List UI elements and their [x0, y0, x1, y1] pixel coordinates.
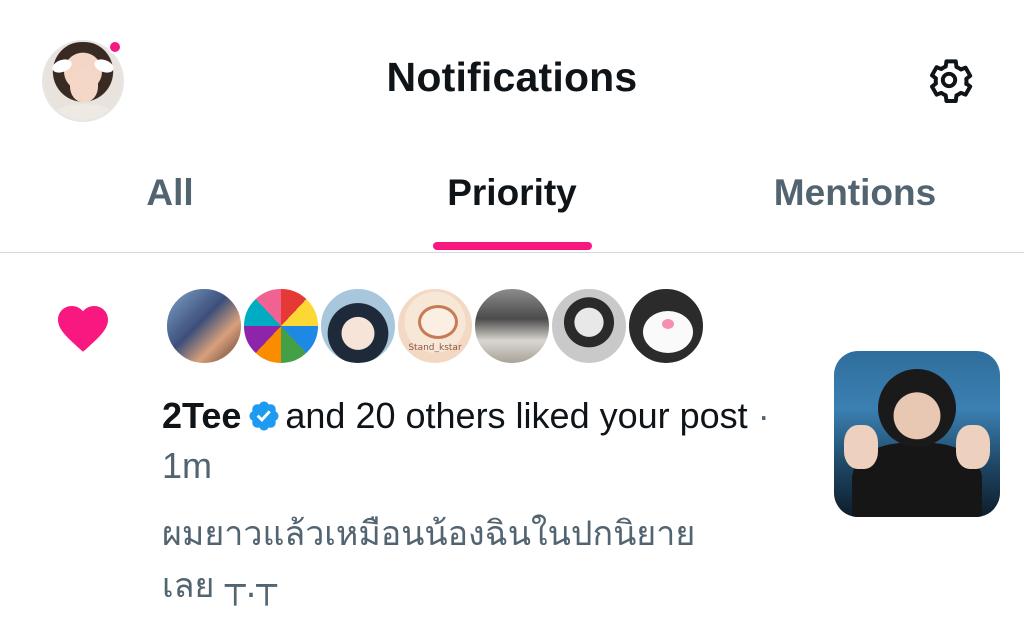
notification-item[interactable]: Stand_kstar 2Tee and 20 others liked you… — [0, 254, 1024, 621]
thumbnail-head — [878, 369, 956, 447]
post-preview-line: เลย ┬.┬ — [162, 566, 277, 606]
time-separator: · — [757, 395, 770, 436]
verified-badge-icon — [249, 401, 279, 431]
unread-dot — [108, 40, 122, 54]
tab-active-indicator — [433, 242, 592, 250]
liker-avatar[interactable] — [549, 286, 629, 366]
heart-icon — [58, 306, 108, 352]
timestamp: 1m — [162, 445, 213, 486]
thumbnail-hand-right — [956, 425, 990, 469]
tab-bar: All Priority Mentions — [0, 150, 1024, 253]
liker-avatar[interactable] — [318, 286, 398, 366]
liker-avatar[interactable] — [241, 286, 321, 366]
liker-avatar[interactable] — [626, 286, 706, 366]
cat-logo-icon — [418, 305, 458, 339]
avatar-logo-text: Stand_kstar — [408, 343, 462, 353]
settings-button[interactable] — [918, 52, 980, 108]
thumbnail-hand-left — [844, 425, 878, 469]
page-title: Notifications — [386, 54, 638, 100]
tab-priority[interactable]: Priority — [400, 172, 624, 232]
liker-avatar[interactable]: Stand_kstar — [395, 286, 475, 366]
username[interactable]: 2Tee — [162, 395, 241, 436]
liker-avatar[interactable] — [472, 286, 552, 366]
kuromi-icon — [643, 311, 693, 353]
avatar-shirt — [54, 104, 114, 120]
liker-avatar[interactable] — [164, 286, 244, 366]
post-thumbnail[interactable] — [834, 351, 1000, 517]
gear-icon — [929, 59, 973, 103]
post-preview-line: ผมยาวแล้วเหมือนน้องฉินในปกนิยาย — [162, 514, 696, 554]
action-text: and 20 others liked your post — [285, 395, 748, 436]
post-preview-text: ผมยาวแล้วเหมือนน้องฉินในปกนิยาย เลย ┬.┬ — [162, 508, 782, 612]
header: Notifications — [0, 0, 1024, 150]
tab-all[interactable]: All — [110, 172, 230, 232]
tab-mentions[interactable]: Mentions — [740, 172, 970, 232]
notification-text: 2Tee and 20 others liked your post · 1m — [162, 391, 782, 491]
